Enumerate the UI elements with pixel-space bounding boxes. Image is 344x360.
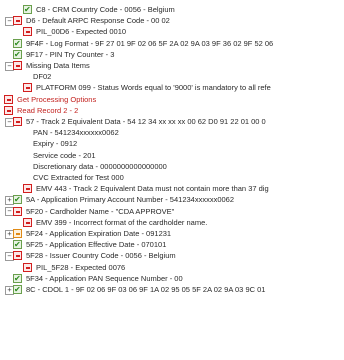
error-icon <box>4 94 13 104</box>
tree-row[interactable]: PIL_5F28 - Expected 0076 <box>0 262 344 273</box>
tree-row-label: Read Record 2 - 2 <box>17 105 79 115</box>
tree-row-label: 57 - Track 2 Equivalent Data - 54 12 34 … <box>26 117 266 126</box>
error-icon <box>13 251 22 261</box>
tree-row[interactable]: CVC Extracted for Test 000 <box>0 172 344 183</box>
tree-row[interactable]: 9F17 - PIN Try Counter - 3 <box>0 49 344 60</box>
tree-row-label: PLATFORM 099 - Status Words equal to '90… <box>36 83 271 93</box>
tree-row-label: 5F20 - Cardholder Name - "CDA APPROVE" <box>26 206 175 216</box>
tree-row[interactable]: +8C - CDOL 1 - 9F 02 06 9F 03 06 9F 1A 0… <box>0 284 344 295</box>
tree-row-label: 5F24 - Application Expiration Date - 091… <box>26 229 172 238</box>
tree-row-label: EMV 399 - Incorrect format of the cardho… <box>36 217 208 227</box>
check-icon <box>13 273 22 284</box>
error-icon <box>13 61 22 70</box>
tree-row[interactable]: +5A - Application Primary Account Number… <box>0 194 344 206</box>
tree-row-label: 5F34 - Application PAN Sequence Number -… <box>26 273 183 283</box>
tree-row[interactable]: PLATFORM 099 - Status Words equal to '90… <box>0 82 344 93</box>
tree-row[interactable]: EMV 443 - Track 2 Equivalent Data must n… <box>0 183 344 194</box>
tree-row[interactable]: − D6 - Default ARPC Response Code - 00 02 <box>0 15 344 26</box>
tree-row-label: D6 - Default ARPC Response Code - 00 02 <box>26 16 170 26</box>
error-icon <box>13 206 22 216</box>
tree-row[interactable]: Service code - 201 <box>0 150 344 161</box>
error-icon <box>23 217 32 227</box>
tree-row-label: EMV 443 - Track 2 Equivalent Data must n… <box>36 184 269 194</box>
error-icon <box>23 83 32 93</box>
tree-row-label: CVC Extracted for Test 000 <box>33 173 124 182</box>
tree-row[interactable]: PAN - 541234xxxxxx0062 <box>0 127 344 138</box>
tree-row-label: PAN - 541234xxxxxx0062 <box>33 128 119 138</box>
tree-row[interactable]: DF02 <box>0 71 344 82</box>
validation-tree: C8 - CRM Country Code - 0056 - Belgium−D… <box>0 0 344 360</box>
tree-row-label: Missing Data Items <box>26 61 90 70</box>
check-icon <box>23 4 32 15</box>
check-icon <box>13 239 22 250</box>
error-icon <box>23 262 32 272</box>
tree-row-label: PIL_00D6 - Expected 0010 <box>36 27 127 37</box>
tree-row[interactable]: PIL_00D6 - Expected 0010 <box>0 26 344 37</box>
tree-row[interactable]: Discretionary data - 0000000000000000 <box>0 161 344 172</box>
tree-row[interactable]: −5F28 - Issuer Country Code - 0056 - Bel… <box>0 250 344 261</box>
tree-row-label: Expiry - 0912 <box>33 139 78 149</box>
error-icon <box>13 16 22 26</box>
tree-row-label: Discretionary data - 0000000000000000 <box>33 161 167 171</box>
warning-icon <box>13 229 22 238</box>
tree-row-label: Get Processing Options <box>17 94 97 104</box>
check-icon <box>13 38 22 49</box>
check-icon <box>13 49 22 60</box>
tree-row[interactable]: −5F20 - Cardholder Name - "CDA APPROVE" <box>0 206 344 217</box>
tree-row[interactable]: Read Record 2 - 2 <box>0 105 344 116</box>
error-icon <box>13 117 22 126</box>
tree-row[interactable]: Get Processing Options <box>0 94 344 105</box>
tree-row-label: 9F4F - Log Format - 9F 27 01 9F 02 06 5F… <box>26 38 274 48</box>
tree-row-label: 5F25 - Application Effective Date - 0701… <box>26 240 167 250</box>
tree-row[interactable]: 9F4F - Log Format - 9F 27 01 9F 02 06 5F… <box>0 38 344 49</box>
tree-row[interactable]: Expiry - 0912 <box>0 138 344 149</box>
error-icon <box>4 105 13 115</box>
tree-row[interactable]: − Missing Data Items <box>0 60 344 71</box>
tree-row-label: PIL_5F28 - Expected 0076 <box>36 262 126 272</box>
tree-row[interactable]: −57 - Track 2 Equivalent Data - 54 12 34… <box>0 116 344 127</box>
tree-row[interactable]: +5F24 - Application Expiration Date - 09… <box>0 228 344 239</box>
check-icon <box>13 194 22 206</box>
tree-row-label: 5A - Application Primary Account Number … <box>26 195 235 205</box>
tree-row-label: 9F17 - PIN Try Counter - 3 <box>26 49 115 59</box>
tree-row-label: 8C - CDOL 1 - 9F 02 06 9F 03 06 9F 1A 02… <box>26 285 266 294</box>
tree-row-label: C8 - CRM Country Code - 0056 - Belgium <box>36 5 175 14</box>
tree-row-label: Service code - 201 <box>33 150 96 160</box>
tree-row[interactable]: 5F34 - Application PAN Sequence Number -… <box>0 273 344 284</box>
tree-row-label: DF02 <box>33 72 52 82</box>
error-icon <box>23 184 32 194</box>
tree-row-label: 5F28 - Issuer Country Code - 0056 - Belg… <box>26 251 176 261</box>
tree-row[interactable]: C8 - CRM Country Code - 0056 - Belgium <box>0 4 344 15</box>
tree-row[interactable]: 5F25 - Application Effective Date - 0701… <box>0 239 344 250</box>
tree-row[interactable]: EMV 399 - Incorrect format of the cardho… <box>0 217 344 228</box>
error-icon <box>23 27 32 37</box>
check-icon <box>13 284 22 295</box>
